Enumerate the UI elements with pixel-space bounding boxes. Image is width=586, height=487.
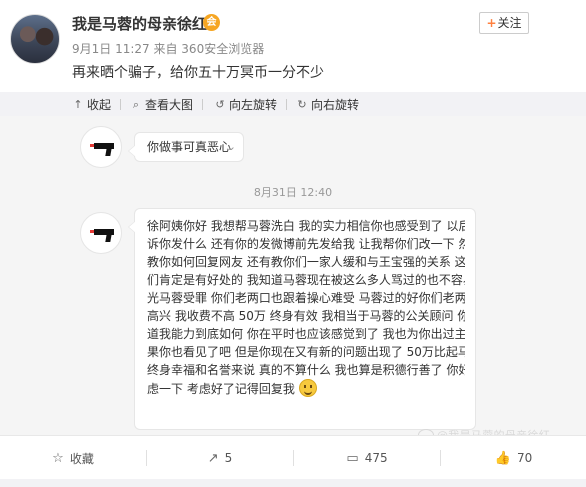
chat-screenshot: 你做事可真恶心 ⌄ 8月31日 12:40 徐阿姨你好 我想帮马蓉洗白 我的实力… bbox=[0, 116, 586, 442]
chat-line: 高兴 我收费不高 50万 终身有效 我相当于马蓉的公关顾问 你想知 bbox=[147, 309, 465, 323]
thumbs-up-icon: 👍 bbox=[494, 450, 511, 466]
chat-line: 光马蓉受罪 你们老两口也跟着操心难受 马蓉过的好你们老两口也 bbox=[147, 291, 465, 305]
chat-line: 果你也看见了吧 但是你现在又有新的问题出现了 50万比起马蓉的 bbox=[147, 345, 465, 359]
post-meta: 9月1日 11:27 来自 360安全浏览器 bbox=[72, 42, 265, 56]
like-button[interactable]: 👍 70 bbox=[441, 436, 586, 480]
username[interactable]: 我是马蓉的母亲徐红 bbox=[72, 13, 207, 34]
chat-timestamp: 8月31日 12:40 bbox=[253, 186, 333, 199]
chat-line: 们肯定是有好处的 我知道马蓉现在被这么多人骂过的也不容易 不 bbox=[147, 273, 465, 287]
star-icon: ☆ bbox=[52, 450, 64, 466]
chat-line: 道我能力到底如何 你在平时也应该感觉到了 我也为你出过主意 效 bbox=[147, 327, 465, 341]
rotate-left-label: 向左旋转 bbox=[229, 98, 278, 112]
comment-button[interactable]: ▭ 475 bbox=[294, 436, 440, 480]
toolbar-divider bbox=[202, 99, 204, 110]
magnifier-icon: ⌕ bbox=[132, 97, 140, 111]
repost-count: 5 bbox=[224, 451, 233, 465]
collapse-button[interactable]: ↑ 收起 bbox=[72, 96, 122, 113]
collapse-icon: ↑ bbox=[73, 97, 83, 111]
chat-bubble-long: 徐阿姨你好 我想帮马蓉洗白 我的实力相信你也感受到了 以后我告 诉你发什么 还有… bbox=[128, 208, 476, 430]
toolbar-divider bbox=[120, 99, 122, 110]
user-avatar[interactable] bbox=[10, 14, 60, 64]
repost-icon: ↗ bbox=[207, 450, 219, 466]
like-count: 70 bbox=[516, 451, 533, 465]
chevron-down-icon: ⌄ bbox=[226, 140, 236, 153]
bottom-strip bbox=[0, 479, 586, 487]
gun-grip-icon bbox=[105, 148, 112, 156]
chat-line-text: 虑一下 考虑好了记得回复我 bbox=[147, 382, 295, 396]
rotate-left-icon: ↺ bbox=[215, 97, 225, 111]
chat-avatar bbox=[80, 212, 122, 254]
rotate-right-label: 向右旋转 bbox=[311, 98, 360, 112]
post-text: 再来晒个骗子，给你五十万冥币一分不少 bbox=[72, 65, 324, 81]
rotate-left-button[interactable]: ↺ 向左旋转 bbox=[214, 96, 288, 113]
chat-bubble: 你做事可真恶心 ⌄ bbox=[128, 132, 244, 162]
chat-line: 诉你发什么 还有你的发微博前先发给我 让我帮你们改一下 然后我 bbox=[147, 237, 465, 251]
view-large-button[interactable]: ⌕ 查看大图 bbox=[130, 96, 204, 113]
rotate-right-icon: ↻ bbox=[297, 97, 307, 111]
follow-button[interactable]: +关注 bbox=[479, 12, 529, 34]
media-panel: ↑ 收起 ⌕ 查看大图 ↺ 向左旋转 ↻ 向右旋转 你做事可真恶心 ⌄ 8月31… bbox=[0, 92, 586, 442]
chat-line: 教你如何回复网友 还有教你们一家人缓和与王宝强的关系 这对你 bbox=[147, 255, 465, 269]
toolbar-divider bbox=[286, 99, 288, 110]
image-toolbar: ↑ 收起 ⌕ 查看大图 ↺ 向左旋转 ↻ 向右旋转 bbox=[0, 92, 586, 116]
vip-badge-icon: 会 bbox=[203, 14, 220, 31]
chat-avatar bbox=[80, 126, 122, 168]
collapse-label: 收起 bbox=[87, 98, 112, 112]
rotate-right-button[interactable]: ↻ 向右旋转 bbox=[296, 96, 359, 113]
chat-line-last: 虑一下 考虑好了记得回复我 bbox=[147, 379, 465, 398]
comment-count: 475 bbox=[364, 451, 388, 465]
gun-grip-icon bbox=[105, 234, 112, 242]
chat-line: 终身幸福和名誉来说 真的不算什么 我也算是积德行善了 你好好考 bbox=[147, 363, 465, 377]
repost-button[interactable]: ↗ 5 bbox=[147, 436, 293, 480]
post-header: 我是马蓉的母亲徐红 会 9月1日 11:27 来自 360安全浏览器 +关注 再… bbox=[0, 0, 586, 92]
chat-message-text: 你做事可真恶心 bbox=[147, 140, 232, 154]
smiley-icon bbox=[298, 379, 317, 397]
chat-line: 徐阿姨你好 我想帮马蓉洗白 我的实力相信你也感受到了 以后我告 bbox=[147, 219, 465, 233]
favorite-label: 收藏 bbox=[69, 451, 94, 466]
comment-icon: ▭ bbox=[346, 450, 359, 466]
follow-label: 关注 bbox=[497, 16, 522, 30]
favorite-button[interactable]: ☆ 收藏 bbox=[0, 436, 146, 480]
view-large-label: 查看大图 bbox=[145, 98, 194, 112]
plus-icon: + bbox=[486, 16, 497, 30]
action-bar: ☆ 收藏 ↗ 5 ▭ 475 👍 70 bbox=[0, 435, 586, 479]
